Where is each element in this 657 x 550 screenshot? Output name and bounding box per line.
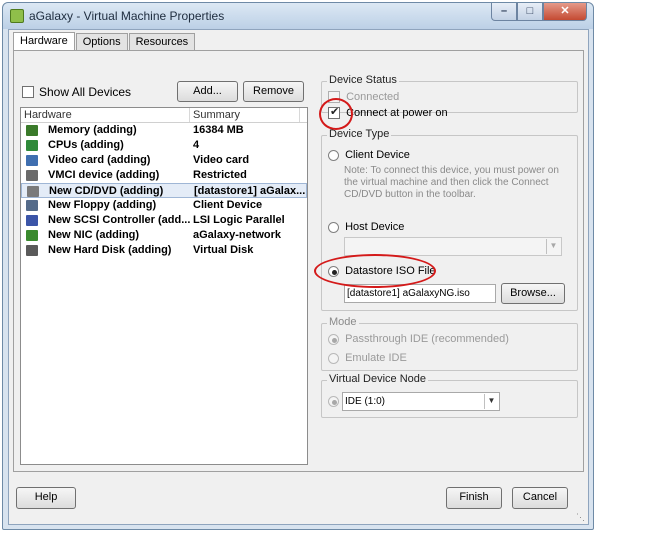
add-button[interactable]: Add... xyxy=(177,81,238,102)
device-name: Memory (adding) xyxy=(48,124,137,136)
floppy-icon xyxy=(26,200,38,211)
emulate-ide-radio[interactable]: Emulate IDE xyxy=(328,352,407,364)
memory-icon xyxy=(26,125,38,136)
virtual-device-node-radio xyxy=(328,396,339,407)
vm-properties-icon xyxy=(10,9,24,23)
client-device-radio[interactable]: Client Device xyxy=(328,149,410,161)
device-name: New Floppy (adding) xyxy=(48,199,157,211)
show-all-devices-box[interactable] xyxy=(22,85,34,98)
hardware-list-row[interactable]: New SCSI Controller (add... LSI Logic Par… xyxy=(21,213,307,228)
client-device-label: Client Device xyxy=(345,149,410,162)
device-name: New SCSI Controller (add... xyxy=(48,214,191,226)
hardware-list: Hardware Summary Memory (adding) 16384 MB… xyxy=(20,107,308,465)
finish-button[interactable]: Finish xyxy=(446,487,502,509)
mode-title: Mode xyxy=(327,316,359,328)
hardware-list-row[interactable]: CPUs (adding) 4 xyxy=(21,138,307,153)
device-summary: [datastore1] aGalax... xyxy=(194,185,306,197)
chevron-down-icon[interactable]: ▼ xyxy=(484,394,498,409)
window-title: aGalaxy - Virtual Machine Properties xyxy=(29,9,225,23)
virtual-device-node-title: Virtual Device Node xyxy=(327,373,429,385)
hardware-list-row[interactable]: New CD/DVD (adding) [datastore1] aGalax..… xyxy=(21,183,307,198)
device-name: New NIC (adding) xyxy=(48,229,140,241)
tab-hardware[interactable]: Hardware xyxy=(13,32,75,51)
monitor-icon xyxy=(26,155,38,166)
window-controls: – □ ✕ xyxy=(491,3,587,21)
cd-dvd-icon xyxy=(27,186,39,197)
emulate-ide-radio-button[interactable] xyxy=(328,352,339,364)
virtual-device-node-select[interactable]: IDE (1:0) ▼ xyxy=(342,392,500,411)
hardware-list-row[interactable]: Video card (adding) Video card xyxy=(21,153,307,168)
device-summary: Virtual Disk xyxy=(193,244,254,256)
emulate-ide-label: Emulate IDE xyxy=(345,352,407,365)
mode-group: Mode Passthrough IDE (recommended) Emula… xyxy=(321,316,578,371)
scsi-icon xyxy=(26,215,38,226)
dialog-client-area: Hardware Options Resources Show All Devi… xyxy=(8,29,589,525)
passthrough-ide-label: Passthrough IDE (recommended) xyxy=(345,333,509,346)
client-device-radio-button[interactable] xyxy=(328,149,339,161)
nic-icon xyxy=(26,230,38,241)
resize-grip-icon[interactable]: ⋱ xyxy=(576,512,586,522)
device-summary: 4 xyxy=(193,139,200,151)
cancel-button[interactable]: Cancel xyxy=(512,487,568,509)
hard-disk-icon xyxy=(26,245,38,256)
hardware-list-row[interactable]: New Hard Disk (adding) Virtual Disk xyxy=(21,243,307,258)
help-button[interactable]: Help xyxy=(16,487,76,509)
connect-at-power-on-label: Connect at power on xyxy=(346,107,448,120)
show-all-devices-checkbox[interactable]: Show All Devices xyxy=(22,84,131,99)
annotation-circle-connect-at-power-on xyxy=(319,98,353,130)
passthrough-ide-radio[interactable]: Passthrough IDE (recommended) xyxy=(328,333,509,345)
device-summary: Client Device xyxy=(193,199,263,211)
browse-button[interactable]: Browse... xyxy=(501,283,565,304)
hardware-list-row[interactable]: VMCI device (adding) Restricted xyxy=(21,168,307,183)
device-status-title: Device Status xyxy=(327,74,399,86)
host-device-label: Host Device xyxy=(345,221,405,234)
properties-window: aGalaxy - Virtual Machine Properties – □… xyxy=(2,2,594,530)
device-summary: LSI Logic Parallel xyxy=(193,214,285,226)
host-device-radio[interactable]: Host Device xyxy=(328,221,404,233)
close-button[interactable]: ✕ xyxy=(543,3,587,21)
host-device-radio-button[interactable] xyxy=(328,221,339,233)
column-header-summary[interactable]: Summary xyxy=(190,108,300,122)
device-status-group: Device Status Connected Connect at power… xyxy=(321,74,578,120)
hardware-list-rows: Memory (adding) 16384 MB CPUs (adding) 4 Vid… xyxy=(21,123,307,258)
chevron-down-icon[interactable]: ▼ xyxy=(546,239,560,254)
connected-label: Connected xyxy=(346,91,400,104)
device-summary: Video card xyxy=(193,154,250,166)
show-all-devices-label: Show All Devices xyxy=(39,84,132,99)
device-name: Video card (adding) xyxy=(48,154,151,166)
vmci-icon xyxy=(26,170,38,181)
device-name: VMCI device (adding) xyxy=(48,169,160,181)
device-summary: 16384 MB xyxy=(193,124,244,136)
hardware-list-row[interactable]: New NIC (adding) aGalaxy-network xyxy=(21,228,307,243)
device-name: New CD/DVD (adding) xyxy=(49,185,164,197)
hardware-list-row[interactable]: Memory (adding) 16384 MB xyxy=(21,123,307,138)
title-bar[interactable]: aGalaxy - Virtual Machine Properties – □… xyxy=(3,3,593,29)
device-name: CPUs (adding) xyxy=(48,139,124,151)
hardware-list-header: Hardware Summary xyxy=(21,108,307,123)
tab-strip: Hardware Options Resources xyxy=(13,32,196,51)
client-device-note: Note: To connect this device, you must p… xyxy=(344,165,559,200)
annotation-circle-datastore-iso xyxy=(314,254,436,288)
remove-button[interactable]: Remove xyxy=(243,81,304,102)
virtual-device-node-group: Virtual Device Node IDE (1:0) ▼ xyxy=(321,373,578,418)
hardware-tab-panel: Show All Devices Add... Remove Hardware … xyxy=(13,50,584,472)
virtual-device-node-value: IDE (1:0) xyxy=(345,396,386,407)
device-summary: Restricted xyxy=(193,169,247,181)
maximize-button[interactable]: □ xyxy=(517,3,543,21)
hardware-list-row[interactable]: New Floppy (adding) Client Device xyxy=(21,198,307,213)
device-name: New Hard Disk (adding) xyxy=(48,244,172,256)
minimize-button[interactable]: – xyxy=(491,3,517,21)
passthrough-ide-radio-button[interactable] xyxy=(328,333,339,345)
cpu-icon xyxy=(26,140,38,151)
tab-resources[interactable]: Resources xyxy=(128,33,196,51)
column-header-hardware[interactable]: Hardware xyxy=(21,108,190,122)
tab-options[interactable]: Options xyxy=(75,33,128,51)
device-summary: aGalaxy-network xyxy=(193,229,282,241)
